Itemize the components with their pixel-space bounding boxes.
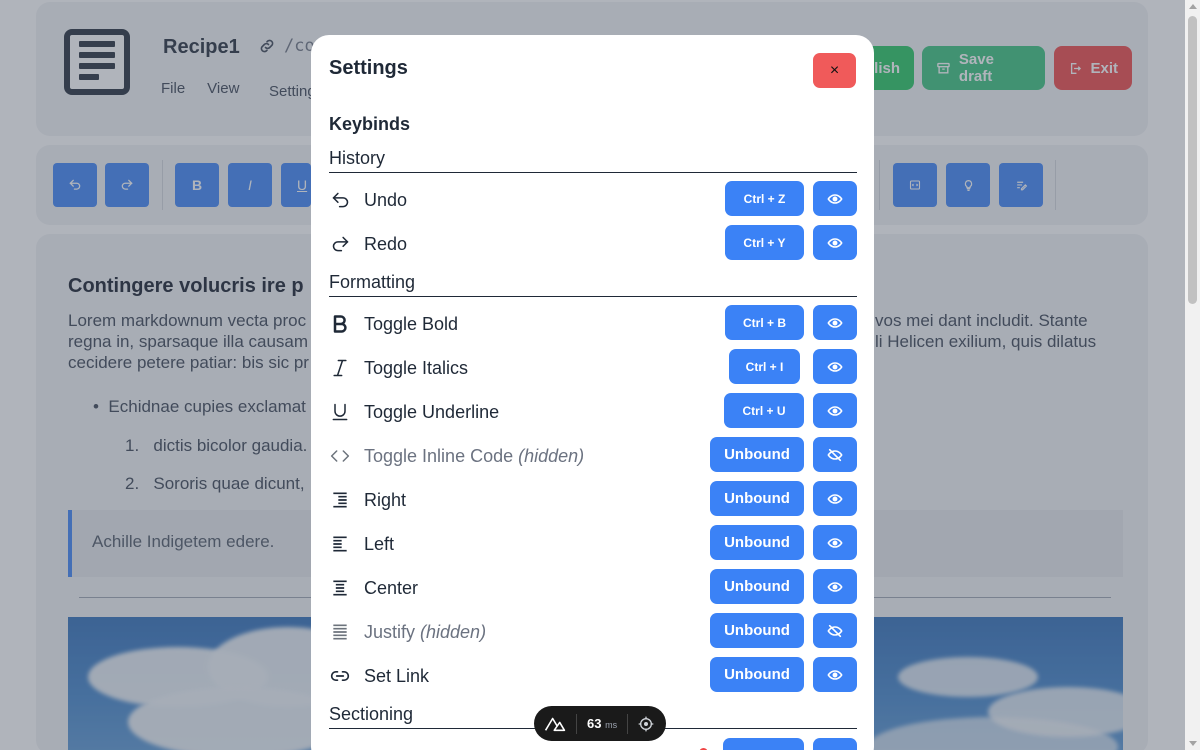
visibility-toggle-align-center[interactable] xyxy=(813,569,857,604)
keybind-label: Undo xyxy=(364,190,408,210)
keybind-label: Right xyxy=(364,490,407,510)
align-left-icon xyxy=(329,533,351,555)
keybind-undo-button[interactable]: Ctrl + Z xyxy=(725,181,804,216)
keybind-label: Left xyxy=(364,534,395,554)
keybind-row-align-left: Left Unbound xyxy=(329,525,857,563)
keybind-row-bold: Toggle Bold Ctrl + B xyxy=(329,305,857,343)
eye-icon xyxy=(827,237,843,248)
keybind-underline-button[interactable]: Ctrl + U xyxy=(724,393,804,428)
eye-off-icon xyxy=(827,448,843,461)
eye-off-icon xyxy=(827,624,843,637)
visibility-toggle-set-link[interactable] xyxy=(813,657,857,692)
visibility-toggle-align-right[interactable] xyxy=(813,481,857,516)
page-scrollbar[interactable] xyxy=(1185,0,1200,750)
scrollbar-thumb[interactable] xyxy=(1188,16,1197,304)
keybind-label: Toggle Underline xyxy=(364,402,500,422)
nuxt-logo-icon xyxy=(544,717,566,731)
close-icon: × xyxy=(829,61,840,79)
keybind-row-undo: Undo Ctrl + Z xyxy=(329,181,857,219)
hidden-tag: (hidden) xyxy=(420,622,487,642)
keybind-inline-code-button[interactable]: Unbound xyxy=(710,437,804,472)
keybind-set-link-button[interactable]: Unbound xyxy=(710,657,804,692)
devtools-pill[interactable]: 63 ms xyxy=(534,706,666,741)
settings-modal: Settings × Keybinds History Undo Ctrl + … xyxy=(311,35,874,750)
keybind-row-inline-code: Toggle Inline Code (hidden) Unbound xyxy=(329,437,857,475)
redo-icon xyxy=(329,233,351,255)
keybind-row-underline: Toggle Underline Ctrl + U xyxy=(329,393,857,431)
keybind-label: Toggle Italics xyxy=(364,358,469,378)
keybind-align-center-button[interactable]: Unbound xyxy=(710,569,804,604)
keybind-label: Justify (hidden) xyxy=(364,622,486,643)
keybind-row-align-right: Right Unbound xyxy=(329,481,857,519)
visibility-toggle-bold[interactable] xyxy=(813,305,857,340)
keybind-row-redo: Redo Ctrl + Y xyxy=(329,225,857,263)
visibility-toggle-partial[interactable] xyxy=(813,738,857,750)
eye-icon xyxy=(827,405,843,416)
align-justify-icon xyxy=(329,621,351,643)
keybind-label: Toggle Bold xyxy=(364,314,459,334)
visibility-toggle-justify[interactable] xyxy=(813,613,857,648)
italic-icon xyxy=(329,357,351,379)
devtools-divider xyxy=(627,713,629,734)
keybind-row-align-center: Center Unbound xyxy=(329,569,857,607)
scroll-down-arrow-icon[interactable] xyxy=(1189,741,1197,746)
crosshair-icon[interactable] xyxy=(638,716,654,732)
render-time-unit: ms xyxy=(605,720,618,730)
visibility-toggle-undo[interactable] xyxy=(813,181,857,216)
hidden-tag: (hidden) xyxy=(518,446,585,466)
keybind-align-right-button[interactable]: Unbound xyxy=(710,481,804,516)
eye-icon xyxy=(827,193,843,204)
visibility-toggle-underline[interactable] xyxy=(813,393,857,428)
align-center-icon xyxy=(329,577,351,599)
keybinds-heading: Keybinds xyxy=(329,114,411,134)
visibility-toggle-redo[interactable] xyxy=(813,225,857,260)
eye-icon xyxy=(827,317,843,328)
keybind-row-set-link: Set Link Unbound xyxy=(329,657,857,695)
eye-icon xyxy=(827,581,843,592)
keybind-bold-button[interactable]: Ctrl + B xyxy=(725,305,804,340)
group-history: History xyxy=(329,148,857,173)
eye-icon xyxy=(827,669,843,680)
render-time: 63 ms xyxy=(587,716,617,731)
scroll-up-arrow-icon[interactable] xyxy=(1189,4,1197,9)
keybind-italics-button[interactable]: Ctrl + I xyxy=(729,349,800,384)
eye-icon xyxy=(827,361,843,372)
keybind-justify-button[interactable]: Unbound xyxy=(710,613,804,648)
link-icon xyxy=(329,665,351,687)
align-right-icon xyxy=(329,489,351,511)
modal-title: Settings xyxy=(329,57,408,79)
devtools-divider xyxy=(576,713,577,734)
render-time-value: 63 xyxy=(587,716,602,731)
keybind-align-left-button[interactable]: Unbound xyxy=(710,525,804,560)
keybind-row-justify: Justify (hidden) Unbound xyxy=(329,613,857,651)
visibility-toggle-italics[interactable] xyxy=(813,349,857,384)
visibility-toggle-align-left[interactable] xyxy=(813,525,857,560)
keybind-label: Redo xyxy=(364,234,408,254)
keybind-partial-button[interactable] xyxy=(723,738,804,750)
keybind-label-text: Toggle Inline Code xyxy=(364,446,519,466)
underline-icon xyxy=(329,401,351,423)
keybind-redo-button[interactable]: Ctrl + Y xyxy=(725,225,804,260)
eye-icon xyxy=(827,537,843,548)
code-icon xyxy=(329,445,351,467)
keybind-label-text: Justify xyxy=(364,622,421,642)
keybind-label: Center xyxy=(364,578,419,598)
visibility-toggle-inline-code[interactable] xyxy=(813,437,857,472)
keybind-label: Set Link xyxy=(364,666,430,686)
close-button[interactable]: × xyxy=(813,53,856,88)
keybind-label: Toggle Inline Code (hidden) xyxy=(364,446,584,467)
keybind-row-italics: Toggle Italics Ctrl + I xyxy=(329,349,857,387)
undo-icon xyxy=(329,189,351,211)
group-formatting: Formatting xyxy=(329,272,857,297)
bold-icon xyxy=(329,313,351,335)
eye-icon xyxy=(827,493,843,504)
